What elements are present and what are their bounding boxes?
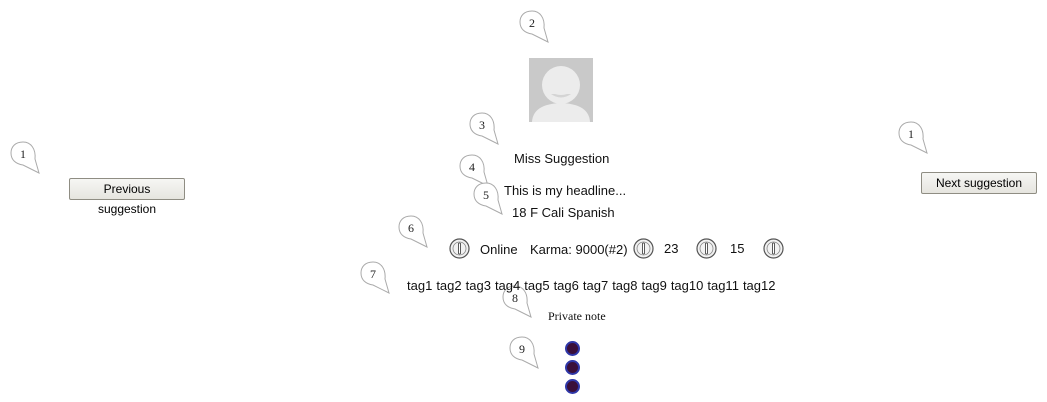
tag-item[interactable]: tag2 — [436, 278, 461, 293]
callout-next: 1 — [898, 121, 928, 155]
tag-list: tag1 tag2 tag3 tag4 tag5 tag6 tag7 tag8 tag9 tag1… — [407, 278, 779, 293]
dot-option[interactable] — [565, 341, 580, 356]
callout-name: 3 — [469, 112, 499, 146]
callout-details: 5 — [473, 182, 503, 216]
next-suggestion-button[interactable]: Next suggestion — [921, 172, 1037, 194]
tag-item[interactable]: tag9 — [642, 278, 667, 293]
tag-item[interactable]: tag12 — [743, 278, 776, 293]
stat-count-b: 15 — [730, 241, 745, 256]
info-icon[interactable] — [633, 238, 654, 259]
dot-option[interactable] — [565, 360, 580, 375]
profile-headline: This is my headline... — [504, 183, 627, 198]
tag-item[interactable]: tag4 — [495, 278, 520, 293]
tag-item[interactable]: tag8 — [612, 278, 637, 293]
private-note-label[interactable]: Private note — [548, 309, 606, 324]
info-icon[interactable] — [763, 238, 784, 259]
callout-tags: 7 — [360, 261, 390, 295]
callout-number: 3 — [479, 118, 485, 132]
previous-suggestion-button[interactable]: Previous suggestion — [69, 178, 185, 216]
callout-number: 9 — [519, 342, 525, 356]
callout-previous: 1 — [10, 141, 40, 175]
online-status: Online — [480, 242, 518, 257]
tag-item[interactable]: tag10 — [671, 278, 704, 293]
callout-status: 6 — [398, 215, 428, 249]
callout-number: 2 — [529, 16, 535, 30]
tag-item[interactable]: tag11 — [707, 278, 739, 293]
callout-number: 5 — [483, 188, 489, 202]
profile-name: Miss Suggestion — [514, 151, 610, 166]
callout-number: 6 — [408, 221, 414, 235]
suggestion-panel: 1 1 2 3 4 5 6 7 8 9 Previous suggestion … — [0, 0, 1047, 402]
tag-item[interactable]: tag3 — [466, 278, 491, 293]
tag-item[interactable]: tag6 — [554, 278, 579, 293]
callout-number: 4 — [469, 160, 475, 174]
info-icon[interactable] — [696, 238, 717, 259]
callout-number: 7 — [370, 267, 376, 281]
tag-item[interactable]: tag5 — [524, 278, 549, 293]
callout-dots: 9 — [509, 336, 539, 370]
tag-item[interactable]: tag7 — [583, 278, 608, 293]
avatar-placeholder-icon — [529, 58, 593, 122]
karma-value: Karma: 9000(#2) — [530, 242, 628, 257]
callout-number: 1 — [20, 147, 26, 161]
stat-count-a: 23 — [664, 241, 679, 256]
profile-details: 18 F Cali Spanish — [512, 205, 615, 220]
tag-item[interactable]: tag1 — [407, 278, 432, 293]
info-icon[interactable] — [449, 238, 470, 259]
callout-number: 1 — [908, 127, 914, 141]
dot-option[interactable] — [565, 379, 580, 394]
callout-number: 8 — [512, 291, 518, 305]
avatar[interactable] — [529, 58, 593, 122]
callout-avatar: 2 — [519, 10, 549, 44]
